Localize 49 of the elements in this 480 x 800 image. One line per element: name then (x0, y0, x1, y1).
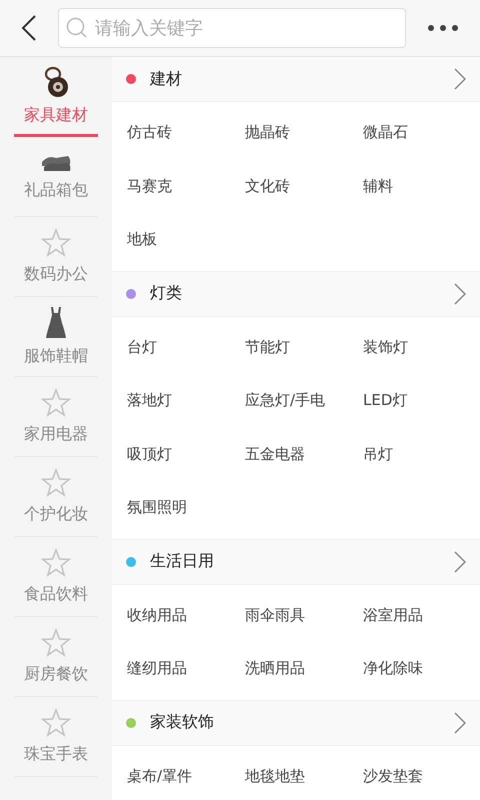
subcategory-link[interactable]: 抛晶砖 (245, 106, 363, 160)
section-title: 建材 (150, 68, 183, 90)
search-icon (66, 17, 88, 39)
subcategory-link[interactable]: 吸顶灯 (127, 428, 245, 481)
subcategory-link[interactable]: 缝纫用品 (127, 642, 245, 696)
subcategory-link[interactable]: 收纳用品 (127, 588, 245, 642)
subcategory-link[interactable]: 落地灯 (127, 374, 245, 428)
subcategory-link[interactable]: 地毯地垫 (245, 750, 363, 800)
search-field[interactable]: 请输入关键字 (58, 8, 406, 48)
subcategory-link[interactable]: 仿古砖 (127, 106, 245, 160)
star-icon (41, 548, 71, 578)
section-header[interactable]: 灯类 (112, 272, 480, 316)
chevron-right-icon (454, 712, 466, 734)
section-header[interactable]: 建材 (112, 57, 480, 102)
subcategory-link[interactable]: 浴室用品 (363, 588, 480, 642)
more-icon (427, 24, 459, 32)
section-title: 灯类 (150, 283, 183, 304)
subcategory-link[interactable]: 沙发垫套 (363, 750, 480, 800)
star-icon (41, 708, 71, 738)
subcategory-link[interactable]: 辅料 (363, 160, 480, 213)
section-header[interactable]: 家装软饰 (112, 700, 480, 746)
subcategory-link[interactable]: 节能灯 (245, 320, 363, 374)
subcategory-link[interactable]: 马赛克 (127, 160, 245, 213)
subcategory-link[interactable]: 洗晒用品 (245, 642, 363, 696)
subcategory-link[interactable]: 文化砖 (245, 160, 363, 213)
back-icon (21, 15, 37, 41)
subcategory-link[interactable]: 桌布/罩件 (127, 750, 245, 800)
chevron-right-icon (454, 68, 466, 90)
subcategory-link[interactable]: 应急灯/手电 (245, 374, 363, 428)
chevron-right-icon (454, 282, 466, 304)
subcategory-link[interactable]: 氛围照明 (127, 481, 245, 534)
subcategory-link[interactable]: 台灯 (127, 320, 245, 374)
subcategory-link[interactable]: 五金电器 (245, 428, 363, 481)
subcategory-link[interactable]: 地板 (127, 213, 245, 266)
chevron-right-icon (454, 550, 466, 572)
star-icon (41, 468, 71, 498)
subcategory-link[interactable]: LED灯 (363, 374, 480, 428)
star-icon (41, 228, 71, 258)
subcategory-link[interactable]: 微晶石 (363, 106, 480, 160)
section-title: 家装软饰 (150, 712, 215, 733)
star-icon (41, 388, 71, 418)
section-title: 生活日用 (150, 551, 215, 572)
star-icon (41, 628, 71, 658)
subcategory-link[interactable]: 雨伞雨具 (245, 588, 363, 642)
subcategory-link[interactable]: 装饰灯 (363, 320, 480, 374)
subcategory-link[interactable]: 吊灯 (363, 428, 480, 481)
subcategory-link[interactable]: 净化除味 (363, 642, 480, 696)
section-header[interactable]: 生活日用 (112, 540, 480, 584)
dress-icon (44, 306, 68, 340)
